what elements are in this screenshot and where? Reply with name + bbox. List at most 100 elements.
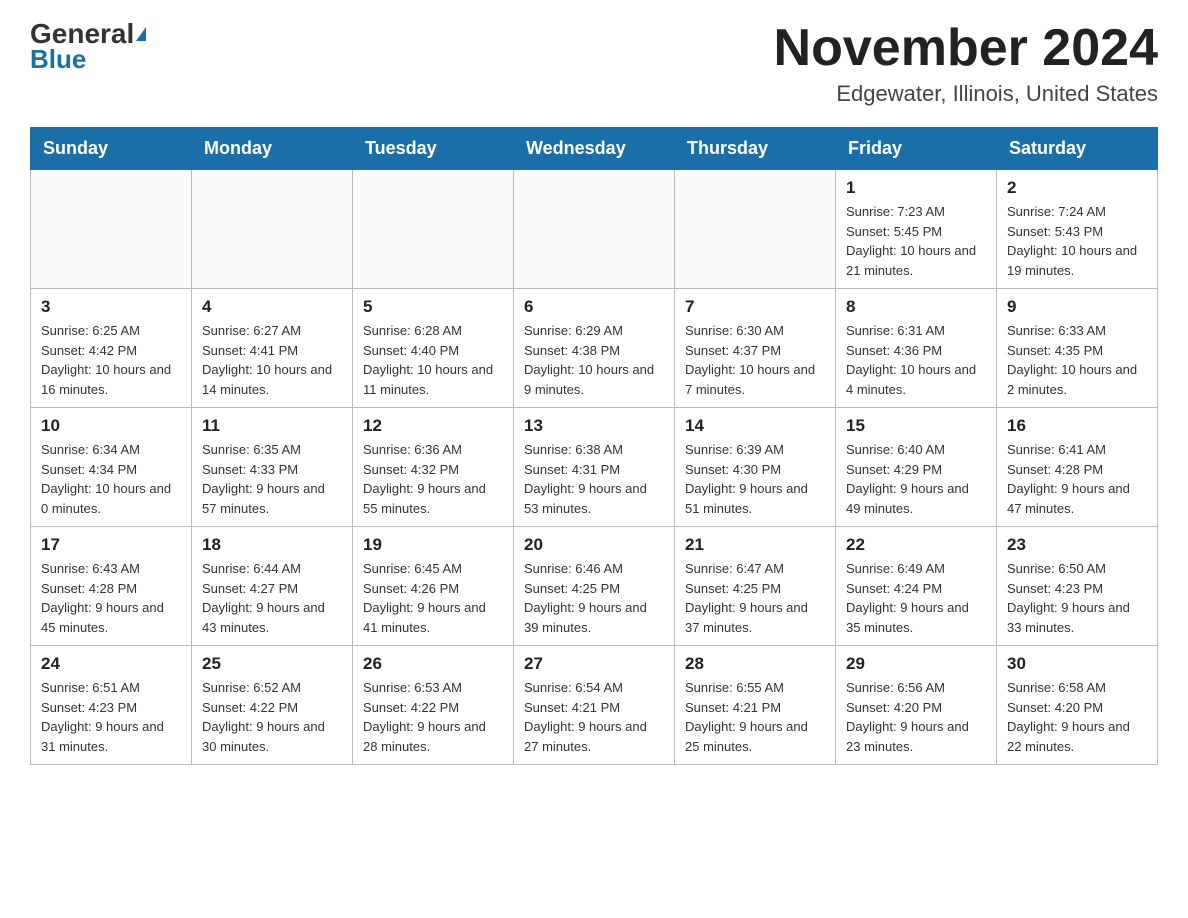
day-number: 27 xyxy=(524,654,664,674)
day-number: 2 xyxy=(1007,178,1147,198)
calendar-cell: 29 Sunrise: 6:56 AMSunset: 4:20 PMDayligh… xyxy=(836,646,997,765)
day-number: 9 xyxy=(1007,297,1147,317)
day-number: 18 xyxy=(202,535,342,555)
day-sun-info: Sunrise: 6:38 AMSunset: 4:31 PMDaylight:… xyxy=(524,440,664,518)
day-sun-info: Sunrise: 6:43 AMSunset: 4:28 PMDaylight:… xyxy=(41,559,181,637)
calendar-cell: 27 Sunrise: 6:54 AMSunset: 4:21 PMDayligh… xyxy=(514,646,675,765)
calendar-cell: 12 Sunrise: 6:36 AMSunset: 4:32 PMDayligh… xyxy=(353,408,514,527)
day-number: 1 xyxy=(846,178,986,198)
day-number: 16 xyxy=(1007,416,1147,436)
calendar-cell: 11 Sunrise: 6:35 AMSunset: 4:33 PMDayligh… xyxy=(192,408,353,527)
calendar-table: SundayMondayTuesdayWednesdayThursdayFrid… xyxy=(30,127,1158,765)
day-number: 30 xyxy=(1007,654,1147,674)
calendar-cell: 13 Sunrise: 6:38 AMSunset: 4:31 PMDayligh… xyxy=(514,408,675,527)
day-of-week-header: Sunday xyxy=(31,128,192,170)
title-area: November 2024 Edgewater, Illinois, Unite… xyxy=(774,20,1158,107)
day-sun-info: Sunrise: 7:24 AMSunset: 5:43 PMDaylight:… xyxy=(1007,202,1147,280)
day-sun-info: Sunrise: 6:53 AMSunset: 4:22 PMDaylight:… xyxy=(363,678,503,756)
day-sun-info: Sunrise: 6:51 AMSunset: 4:23 PMDaylight:… xyxy=(41,678,181,756)
calendar-cell: 3 Sunrise: 6:25 AMSunset: 4:42 PMDaylight… xyxy=(31,289,192,408)
calendar-cell: 21 Sunrise: 6:47 AMSunset: 4:25 PMDayligh… xyxy=(675,527,836,646)
calendar-cell: 7 Sunrise: 6:30 AMSunset: 4:37 PMDaylight… xyxy=(675,289,836,408)
day-of-week-header: Friday xyxy=(836,128,997,170)
calendar-cell xyxy=(31,170,192,289)
calendar-cell: 14 Sunrise: 6:39 AMSunset: 4:30 PMDayligh… xyxy=(675,408,836,527)
day-number: 4 xyxy=(202,297,342,317)
day-number: 20 xyxy=(524,535,664,555)
calendar-cell: 16 Sunrise: 6:41 AMSunset: 4:28 PMDayligh… xyxy=(997,408,1158,527)
day-number: 13 xyxy=(524,416,664,436)
day-number: 14 xyxy=(685,416,825,436)
calendar-cell: 10Sunrise: 6:34 AMSunset: 4:34 PMDayligh… xyxy=(31,408,192,527)
calendar-cell: 5Sunrise: 6:28 AMSunset: 4:40 PMDaylight… xyxy=(353,289,514,408)
calendar-cell: 26Sunrise: 6:53 AMSunset: 4:22 PMDayligh… xyxy=(353,646,514,765)
calendar-cell xyxy=(192,170,353,289)
day-sun-info: Sunrise: 7:23 AMSunset: 5:45 PMDaylight:… xyxy=(846,202,986,280)
day-of-week-header: Wednesday xyxy=(514,128,675,170)
calendar-cell: 23 Sunrise: 6:50 AMSunset: 4:23 PMDayligh… xyxy=(997,527,1158,646)
day-number: 23 xyxy=(1007,535,1147,555)
day-sun-info: Sunrise: 6:45 AMSunset: 4:26 PMDaylight:… xyxy=(363,559,503,637)
page-header: General Blue November 2024 Edgewater, Il… xyxy=(30,20,1158,107)
day-number: 17 xyxy=(41,535,181,555)
day-number: 12 xyxy=(363,416,503,436)
calendar-cell: 4 Sunrise: 6:27 AMSunset: 4:41 PMDaylight… xyxy=(192,289,353,408)
day-number: 29 xyxy=(846,654,986,674)
day-sun-info: Sunrise: 6:27 AMSunset: 4:41 PMDaylight:… xyxy=(202,321,342,399)
day-sun-info: Sunrise: 6:52 AMSunset: 4:22 PMDaylight:… xyxy=(202,678,342,756)
calendar-cell: 25 Sunrise: 6:52 AMSunset: 4:22 PMDayligh… xyxy=(192,646,353,765)
day-number: 15 xyxy=(846,416,986,436)
day-number: 11 xyxy=(202,416,342,436)
day-sun-info: Sunrise: 6:36 AMSunset: 4:32 PMDaylight:… xyxy=(363,440,503,518)
calendar-cell: 1 Sunrise: 7:23 AMSunset: 5:45 PMDaylight… xyxy=(836,170,997,289)
calendar-cell: 28 Sunrise: 6:55 AMSunset: 4:21 PMDayligh… xyxy=(675,646,836,765)
calendar-week-row: 3 Sunrise: 6:25 AMSunset: 4:42 PMDaylight… xyxy=(31,289,1158,408)
day-sun-info: Sunrise: 6:47 AMSunset: 4:25 PMDaylight:… xyxy=(685,559,825,637)
day-sun-info: Sunrise: 6:30 AMSunset: 4:37 PMDaylight:… xyxy=(685,321,825,399)
day-number: 25 xyxy=(202,654,342,674)
day-number: 28 xyxy=(685,654,825,674)
calendar-cell xyxy=(353,170,514,289)
calendar-cell: 19 Sunrise: 6:45 AMSunset: 4:26 PMDayligh… xyxy=(353,527,514,646)
day-sun-info: Sunrise: 6:25 AMSunset: 4:42 PMDaylight:… xyxy=(41,321,181,399)
day-sun-info: Sunrise: 6:35 AMSunset: 4:33 PMDaylight:… xyxy=(202,440,342,518)
calendar-cell xyxy=(514,170,675,289)
day-sun-info: Sunrise: 6:41 AMSunset: 4:28 PMDaylight:… xyxy=(1007,440,1147,518)
month-title: November 2024 xyxy=(774,20,1158,77)
day-number: 3 xyxy=(41,297,181,317)
day-sun-info: Sunrise: 6:39 AMSunset: 4:30 PMDaylight:… xyxy=(685,440,825,518)
calendar-cell: 8 Sunrise: 6:31 AMSunset: 4:36 PMDaylight… xyxy=(836,289,997,408)
calendar-header-row: SundayMondayTuesdayWednesdayThursdayFrid… xyxy=(31,128,1158,170)
calendar-cell: 17 Sunrise: 6:43 AMSunset: 4:28 PMDayligh… xyxy=(31,527,192,646)
calendar-cell: 24 Sunrise: 6:51 AMSunset: 4:23 PMDayligh… xyxy=(31,646,192,765)
calendar-cell: 15 Sunrise: 6:40 AMSunset: 4:29 PMDayligh… xyxy=(836,408,997,527)
day-sun-info: Sunrise: 6:34 AMSunset: 4:34 PMDaylight:… xyxy=(41,440,181,518)
day-sun-info: Sunrise: 6:56 AMSunset: 4:20 PMDaylight:… xyxy=(846,678,986,756)
day-sun-info: Sunrise: 6:29 AMSunset: 4:38 PMDaylight:… xyxy=(524,321,664,399)
day-sun-info: Sunrise: 6:40 AMSunset: 4:29 PMDaylight:… xyxy=(846,440,986,518)
calendar-cell xyxy=(675,170,836,289)
day-number: 8 xyxy=(846,297,986,317)
day-sun-info: Sunrise: 6:55 AMSunset: 4:21 PMDaylight:… xyxy=(685,678,825,756)
day-of-week-header: Monday xyxy=(192,128,353,170)
location-subtitle: Edgewater, Illinois, United States xyxy=(774,81,1158,107)
day-of-week-header: Thursday xyxy=(675,128,836,170)
day-number: 6 xyxy=(524,297,664,317)
day-sun-info: Sunrise: 6:46 AMSunset: 4:25 PMDaylight:… xyxy=(524,559,664,637)
calendar-week-row: 24 Sunrise: 6:51 AMSunset: 4:23 PMDayligh… xyxy=(31,646,1158,765)
day-number: 24 xyxy=(41,654,181,674)
day-sun-info: Sunrise: 6:28 AMSunset: 4:40 PMDaylight:… xyxy=(363,321,503,399)
day-number: 19 xyxy=(363,535,503,555)
logo-triangle-icon xyxy=(136,27,146,41)
day-sun-info: Sunrise: 6:31 AMSunset: 4:36 PMDaylight:… xyxy=(846,321,986,399)
calendar-cell: 30 Sunrise: 6:58 AMSunset: 4:20 PMDayligh… xyxy=(997,646,1158,765)
day-sun-info: Sunrise: 6:49 AMSunset: 4:24 PMDaylight:… xyxy=(846,559,986,637)
day-of-week-header: Saturday xyxy=(997,128,1158,170)
day-sun-info: Sunrise: 6:58 AMSunset: 4:20 PMDaylight:… xyxy=(1007,678,1147,756)
calendar-week-row: 17 Sunrise: 6:43 AMSunset: 4:28 PMDayligh… xyxy=(31,527,1158,646)
day-number: 21 xyxy=(685,535,825,555)
day-sun-info: Sunrise: 6:54 AMSunset: 4:21 PMDaylight:… xyxy=(524,678,664,756)
day-sun-info: Sunrise: 6:50 AMSunset: 4:23 PMDaylight:… xyxy=(1007,559,1147,637)
calendar-cell: 6 Sunrise: 6:29 AMSunset: 4:38 PMDaylight… xyxy=(514,289,675,408)
day-number: 7 xyxy=(685,297,825,317)
